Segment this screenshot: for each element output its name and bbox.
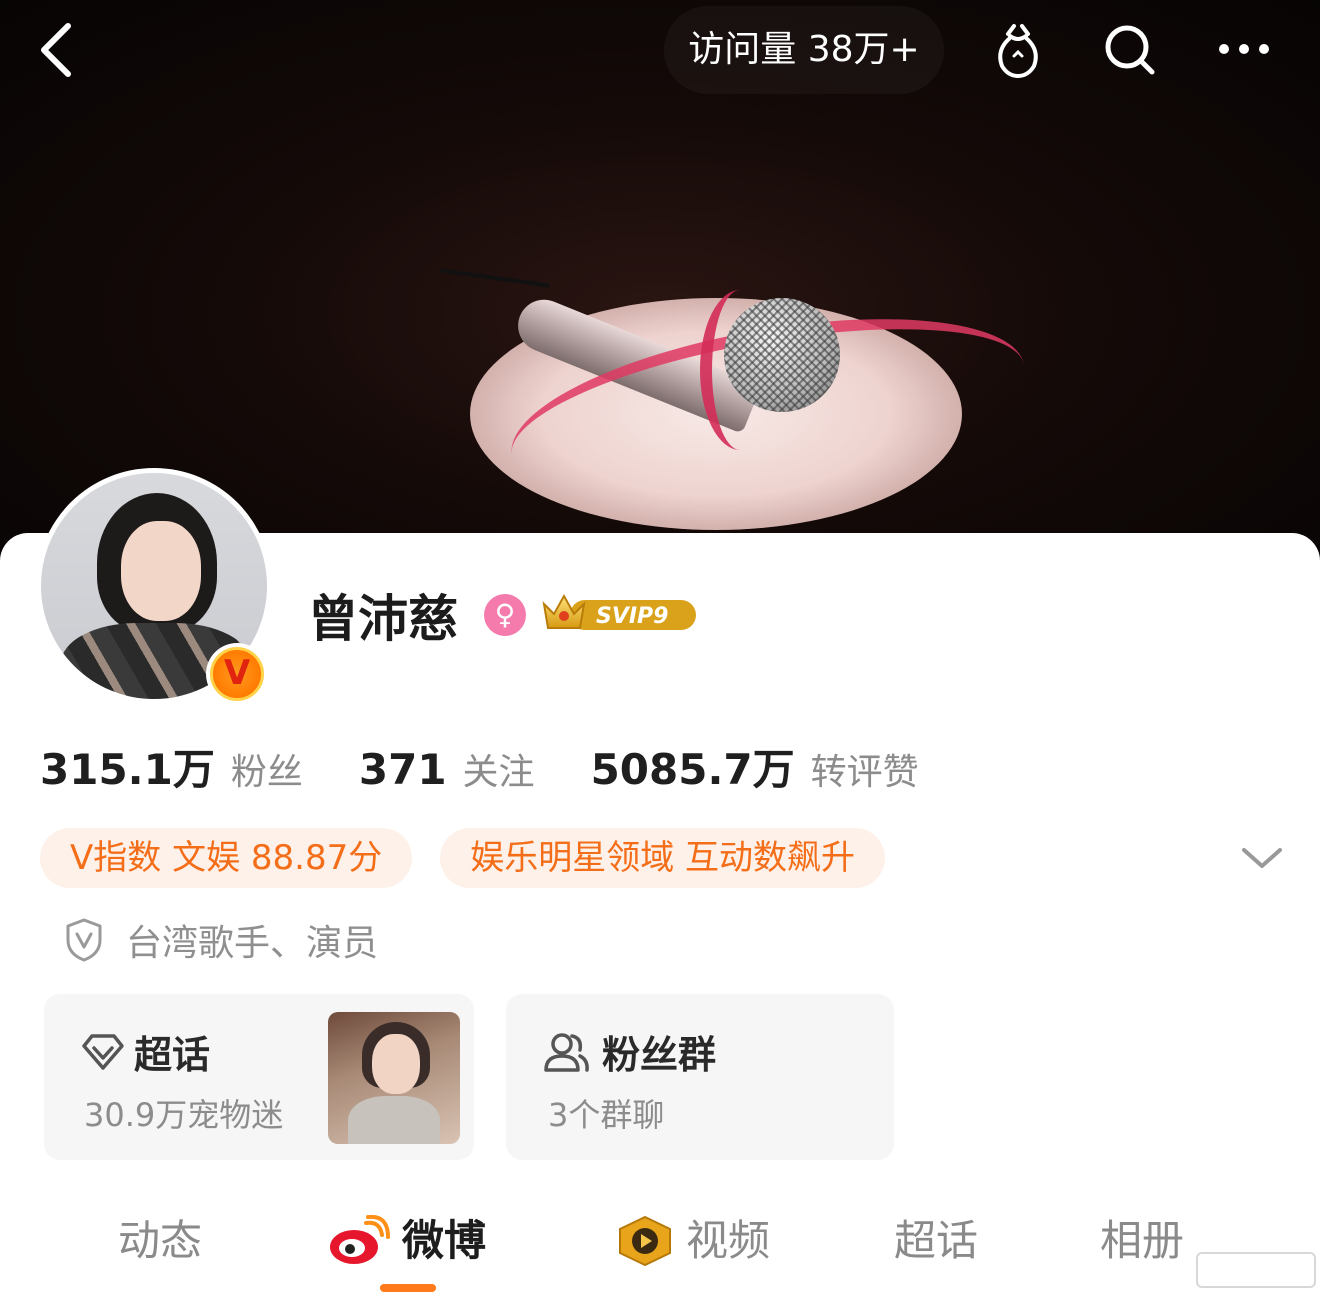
avatar-face [121, 521, 201, 621]
stat-interactions[interactable]: 5085.7万 转评赞 [591, 736, 919, 797]
shield-v-icon [66, 918, 102, 962]
verification-text: 台湾歌手、演员 [126, 923, 379, 964]
stat-label: 关注 [462, 752, 535, 793]
thumb-body [348, 1096, 440, 1144]
top-bar: 访问量 38万+ [0, 0, 1320, 100]
fan-group-card[interactable]: 粉丝群 3个群聊 [506, 994, 894, 1160]
tab-dynamics[interactable]: 动态 [118, 1206, 202, 1276]
video-play-icon [619, 1215, 671, 1267]
watermark [1196, 1252, 1316, 1288]
chevron-down-icon [1242, 848, 1282, 868]
supertopic-thumbnail[interactable] [328, 1012, 460, 1144]
stat-value: 315.1万 [40, 745, 215, 794]
stat-value: 5085.7万 [590, 745, 795, 794]
stats-row: 315.1万 粉丝 371 关注 5085.7万 转评赞 [40, 736, 975, 800]
stat-label: 粉丝 [230, 752, 303, 793]
microphone-head [724, 298, 840, 412]
more-button[interactable] [1214, 20, 1274, 80]
svip-badge[interactable]: SVIP9 [540, 590, 700, 636]
user-name: 曾沛慈 [308, 590, 458, 648]
verification-info: 台湾歌手、演员 [62, 914, 378, 966]
search-button[interactable] [1100, 20, 1160, 80]
trend-tag[interactable]: 娱乐明星领域 互动数飙升 [440, 828, 886, 888]
tab-label: 动态 [118, 1216, 203, 1265]
search-icon [1105, 25, 1155, 75]
svip-label: SVIP9 [596, 604, 669, 629]
tab-video[interactable]: 视频 [614, 1206, 770, 1276]
profile-tabs: 动态 微博 视频 超话 相册 [0, 1196, 1320, 1302]
back-button[interactable] [36, 22, 80, 78]
crown-icon: SVIP9 [542, 593, 696, 630]
supertopic-title: 超话 [134, 1033, 211, 1077]
tab-label: 超话 [894, 1216, 979, 1265]
fortune-bag-button[interactable] [988, 20, 1048, 80]
tab-label: 视频 [686, 1216, 771, 1265]
tag-row: V指数 文娱 88.87分 娱乐明星领域 互动数飙升 [40, 828, 913, 888]
tab-label: 相册 [1100, 1216, 1185, 1265]
fan-group-sub: 3个群聊 [548, 1096, 665, 1134]
active-tab-indicator [380, 1284, 436, 1292]
tab-supertopic[interactable]: 超话 [894, 1206, 978, 1276]
female-icon: ♀ [484, 594, 526, 636]
back-icon [41, 23, 71, 77]
fortune-bag-icon [998, 24, 1038, 78]
visit-count[interactable]: 访问量 38万+ [664, 6, 944, 94]
verified-v-icon: V [210, 647, 264, 701]
stat-label: 转评赞 [810, 752, 919, 793]
diamond-icon [82, 1034, 124, 1070]
verified-badge[interactable]: V [206, 643, 268, 705]
weibo-logo-icon [330, 1215, 390, 1264]
tab-label: 微博 [402, 1216, 487, 1265]
group-icon [544, 1033, 589, 1072]
stat-followers[interactable]: 315.1万 粉丝 [40, 736, 303, 797]
thumb-face [372, 1034, 420, 1094]
supertopic-sub: 30.9万宠物迷 [84, 1096, 284, 1134]
fan-group-title: 粉丝群 [602, 1033, 717, 1077]
expand-button[interactable] [1236, 838, 1288, 878]
supertopic-card[interactable]: 超话 30.9万宠物迷 [44, 994, 474, 1160]
stat-value: 371 [358, 745, 447, 794]
mic-cable [440, 268, 550, 288]
tab-weibo[interactable]: 微博 [328, 1206, 486, 1276]
tab-album[interactable]: 相册 [1100, 1206, 1184, 1276]
v-index-tag[interactable]: V指数 文娱 88.87分 [40, 828, 413, 888]
stat-following[interactable]: 371 关注 [359, 743, 535, 795]
more-icon [1219, 44, 1269, 54]
